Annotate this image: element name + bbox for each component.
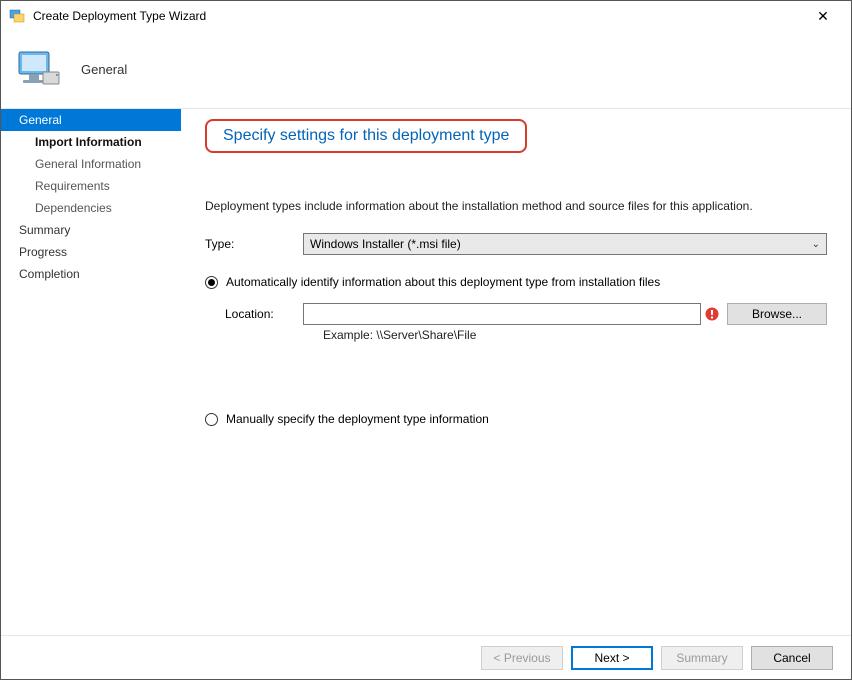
sidebar-item-general-information[interactable]: General Information <box>1 153 181 175</box>
header: General <box>1 31 851 109</box>
window-title: Create Deployment Type Wizard <box>33 9 803 23</box>
radio-manual-label: Manually specify the deployment type inf… <box>226 412 489 426</box>
sidebar-item-completion[interactable]: Completion <box>1 263 181 285</box>
close-icon[interactable]: ✕ <box>803 8 843 25</box>
sidebar-item-general[interactable]: General <box>1 109 181 131</box>
body: General Import Information General Infor… <box>1 109 851 635</box>
type-select[interactable]: Windows Installer (*.msi file) ⌄ <box>303 233 827 255</box>
browse-button[interactable]: Browse... <box>727 303 827 325</box>
content: Specify settings for this deployment typ… <box>181 109 851 635</box>
sidebar-item-requirements[interactable]: Requirements <box>1 175 181 197</box>
location-row: Location: Browse... <box>225 303 827 325</box>
radio-manual-row[interactable]: Manually specify the deployment type inf… <box>205 412 827 426</box>
radio-manual[interactable] <box>205 413 218 426</box>
sidebar-item-progress[interactable]: Progress <box>1 241 181 263</box>
sidebar-item-import-information[interactable]: Import Information <box>1 131 181 153</box>
content-heading: Specify settings for this deployment typ… <box>223 127 509 144</box>
location-example: Example: \\Server\Share\File <box>323 328 827 342</box>
wizard-window: Create Deployment Type Wizard ✕ General … <box>0 0 852 680</box>
radio-auto-label: Automatically identify information about… <box>226 275 660 289</box>
titlebar: Create Deployment Type Wizard ✕ <box>1 1 851 31</box>
previous-button: < Previous <box>481 646 563 670</box>
type-select-value: Windows Installer (*.msi file) <box>310 237 461 251</box>
type-row: Type: Windows Installer (*.msi file) ⌄ <box>205 233 827 255</box>
radio-auto-row[interactable]: Automatically identify information about… <box>205 275 827 289</box>
cancel-button[interactable]: Cancel <box>751 646 833 670</box>
page-title: General <box>81 62 127 77</box>
type-label: Type: <box>205 237 303 251</box>
next-button[interactable]: Next > <box>571 646 653 670</box>
app-icon <box>9 8 25 24</box>
location-label: Location: <box>225 307 303 321</box>
sidebar-item-dependencies[interactable]: Dependencies <box>1 197 181 219</box>
footer: < Previous Next > Summary Cancel <box>1 635 851 679</box>
summary-button: Summary <box>661 646 743 670</box>
location-input[interactable] <box>303 303 701 325</box>
heading-highlight: Specify settings for this deployment typ… <box>205 119 527 153</box>
computer-icon <box>15 46 63 94</box>
sidebar-item-summary[interactable]: Summary <box>1 219 181 241</box>
content-description: Deployment types include information abo… <box>205 199 827 213</box>
error-icon <box>705 307 719 321</box>
chevron-down-icon: ⌄ <box>812 239 820 250</box>
sidebar: General Import Information General Infor… <box>1 109 181 635</box>
location-section: Location: Browse... Example: \\Server\Sh… <box>205 303 827 342</box>
radio-auto[interactable] <box>205 276 218 289</box>
